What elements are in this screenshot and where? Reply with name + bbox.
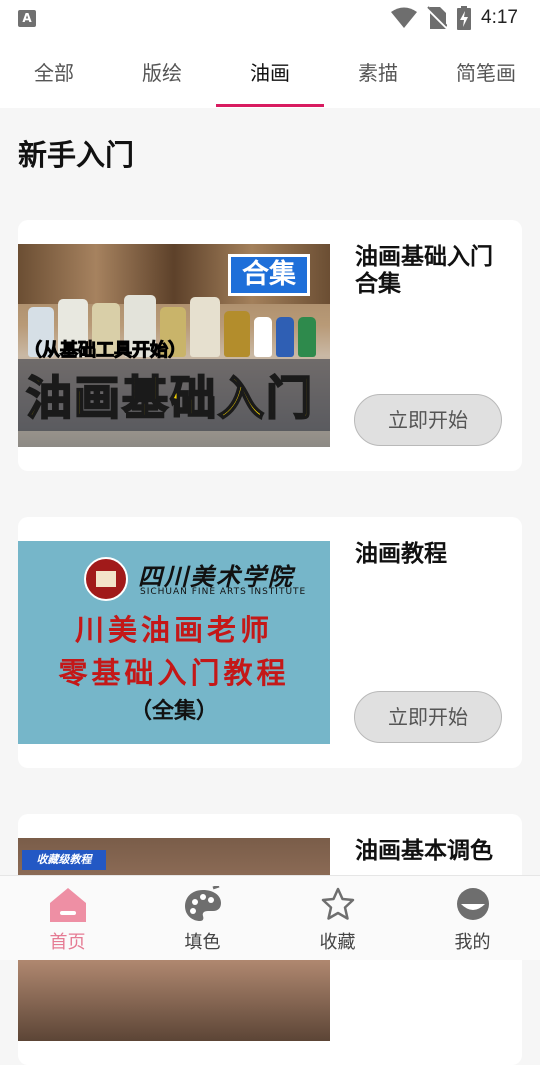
nav-home[interactable]: 首页 xyxy=(0,876,135,961)
thumbnail-subheadline: 零基础入门教程 xyxy=(58,656,290,690)
nav-profile[interactable]: 我的 xyxy=(405,876,540,961)
thumbnail-subtitle: （从基础工具开始） xyxy=(24,340,187,362)
thumbnail-headline: 油画基础入门 xyxy=(25,370,314,426)
course-card[interactable]: 四川美术学院 SICHUAN FINE ARTS INSTITUTE 川美油画老… xyxy=(18,517,522,768)
thumbnail-note: （全集） xyxy=(129,699,218,724)
app-notification-icon: A xyxy=(18,10,36,27)
home-icon xyxy=(49,888,86,922)
nav-label: 收藏 xyxy=(319,932,356,953)
thumbnail-tag: 收藏级教程 xyxy=(22,850,106,870)
start-button[interactable]: 立即开始 xyxy=(354,691,502,743)
battery-charging-icon xyxy=(457,6,472,30)
category-tabs: 全部 版绘 油画 素描 简笔画 xyxy=(0,36,540,108)
course-title: 油画基本调色 xyxy=(355,838,493,864)
section-title: 新手入门 xyxy=(18,138,135,172)
nav-label: 我的 xyxy=(454,932,491,953)
course-thumbnail[interactable]: 四川美术学院 SICHUAN FINE ARTS INSTITUTE 川美油画老… xyxy=(18,541,330,744)
course-title: 油画教程 xyxy=(355,541,447,567)
course-thumbnail[interactable]: 合集 （从基础工具开始） 油画基础入门 xyxy=(18,244,330,447)
profile-icon xyxy=(456,888,489,920)
status-indicators: 4:17 xyxy=(391,6,518,30)
thumbnail-tube xyxy=(254,317,272,357)
thumbnail-tube xyxy=(298,317,316,357)
nav-coloring[interactable]: 填色 xyxy=(135,876,270,961)
tab-all[interactable]: 全部 xyxy=(0,36,108,108)
no-sim-icon xyxy=(427,6,448,30)
bottom-navigation: 首页 填色 收藏 我的 xyxy=(0,875,540,960)
tab-digital-painting[interactable]: 版绘 xyxy=(108,36,216,108)
school-name-en: SICHUAN FINE ARTS INSTITUTE xyxy=(140,587,307,597)
active-tab-indicator xyxy=(216,104,324,107)
wifi-icon xyxy=(391,7,418,28)
palette-icon xyxy=(184,886,221,921)
status-time: 4:17 xyxy=(481,7,518,28)
star-icon xyxy=(321,887,354,920)
thumbnail-tube xyxy=(276,317,294,357)
thumbnail-headline: 川美油画老师 xyxy=(74,613,273,647)
course-title: 油画基础入门合集 xyxy=(355,244,493,297)
nav-label: 首页 xyxy=(49,932,86,953)
thumbnail-bottle xyxy=(224,311,250,357)
tab-sketch[interactable]: 素描 xyxy=(324,36,432,108)
nav-label: 填色 xyxy=(184,932,221,953)
tab-oil-painting[interactable]: 油画 xyxy=(216,36,324,108)
nav-favorites[interactable]: 收藏 xyxy=(270,876,405,961)
thumbnail-bottle xyxy=(190,297,220,357)
course-card[interactable]: 合集 （从基础工具开始） 油画基础入门 油画基础入门合集 立即开始 xyxy=(18,220,522,471)
thumbnail-badge: 合集 xyxy=(228,254,310,296)
start-button[interactable]: 立即开始 xyxy=(354,394,502,446)
tab-simple-drawing[interactable]: 简笔画 xyxy=(432,36,540,108)
status-bar: A 4:17 xyxy=(0,0,540,36)
school-seal-logo xyxy=(84,557,128,601)
